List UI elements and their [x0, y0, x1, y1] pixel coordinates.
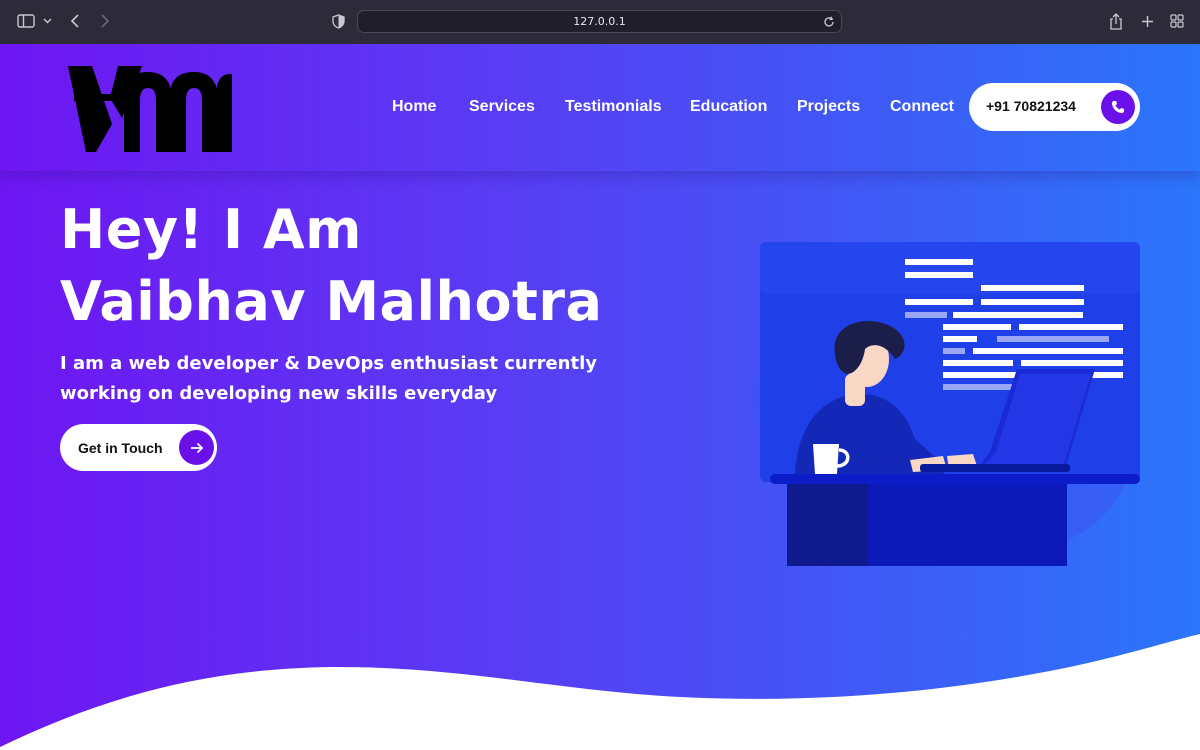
get-in-touch-button[interactable]: Get in Touch — [60, 424, 217, 471]
sidebar-icon[interactable] — [16, 11, 36, 31]
hero-title-line-1: Hey! I Am — [60, 198, 362, 261]
shield-icon[interactable] — [330, 11, 346, 31]
developer-at-laptop-illustration — [752, 242, 1140, 566]
hero-title-line-2: Vaibhav Malhotra — [60, 270, 603, 333]
phone-icon — [1101, 90, 1135, 124]
get-in-touch-label: Get in Touch — [78, 440, 163, 456]
reload-icon[interactable] — [823, 15, 835, 33]
bottom-wave — [0, 634, 1200, 750]
hero-title: Hey! I Am Vaibhav Malhotra — [60, 194, 602, 338]
nav-projects[interactable]: Projects — [797, 98, 860, 116]
arrow-right-icon — [179, 430, 214, 465]
address-bar[interactable]: 127.0.0.1 — [357, 10, 842, 33]
chevron-down-icon[interactable] — [41, 11, 53, 31]
hero-subtitle: I am a web developer & DevOps enthusiast… — [60, 353, 597, 404]
nav-services[interactable]: Services — [469, 98, 535, 116]
phone-number: +91 70821234 — [986, 98, 1076, 114]
phone-button[interactable]: +91 70821234 — [969, 83, 1140, 131]
browser-toolbar: 127.0.0.1 — [0, 0, 1200, 45]
nav-connect[interactable]: Connect — [890, 98, 954, 116]
back-icon[interactable] — [67, 11, 83, 31]
tab-overview-icon[interactable] — [1168, 11, 1186, 31]
site-header: Home Services Testimonials Education Pro… — [0, 44, 1200, 171]
nav-home[interactable]: Home — [392, 98, 436, 116]
url-text: 127.0.0.1 — [573, 15, 626, 28]
nav-education[interactable]: Education — [690, 98, 767, 116]
share-icon[interactable] — [1107, 11, 1125, 31]
new-tab-icon[interactable] — [1138, 11, 1156, 31]
forward-icon[interactable] — [97, 11, 113, 31]
nav-testimonials[interactable]: Testimonials — [565, 98, 662, 116]
page: Home Services Testimonials Education Pro… — [0, 44, 1200, 750]
